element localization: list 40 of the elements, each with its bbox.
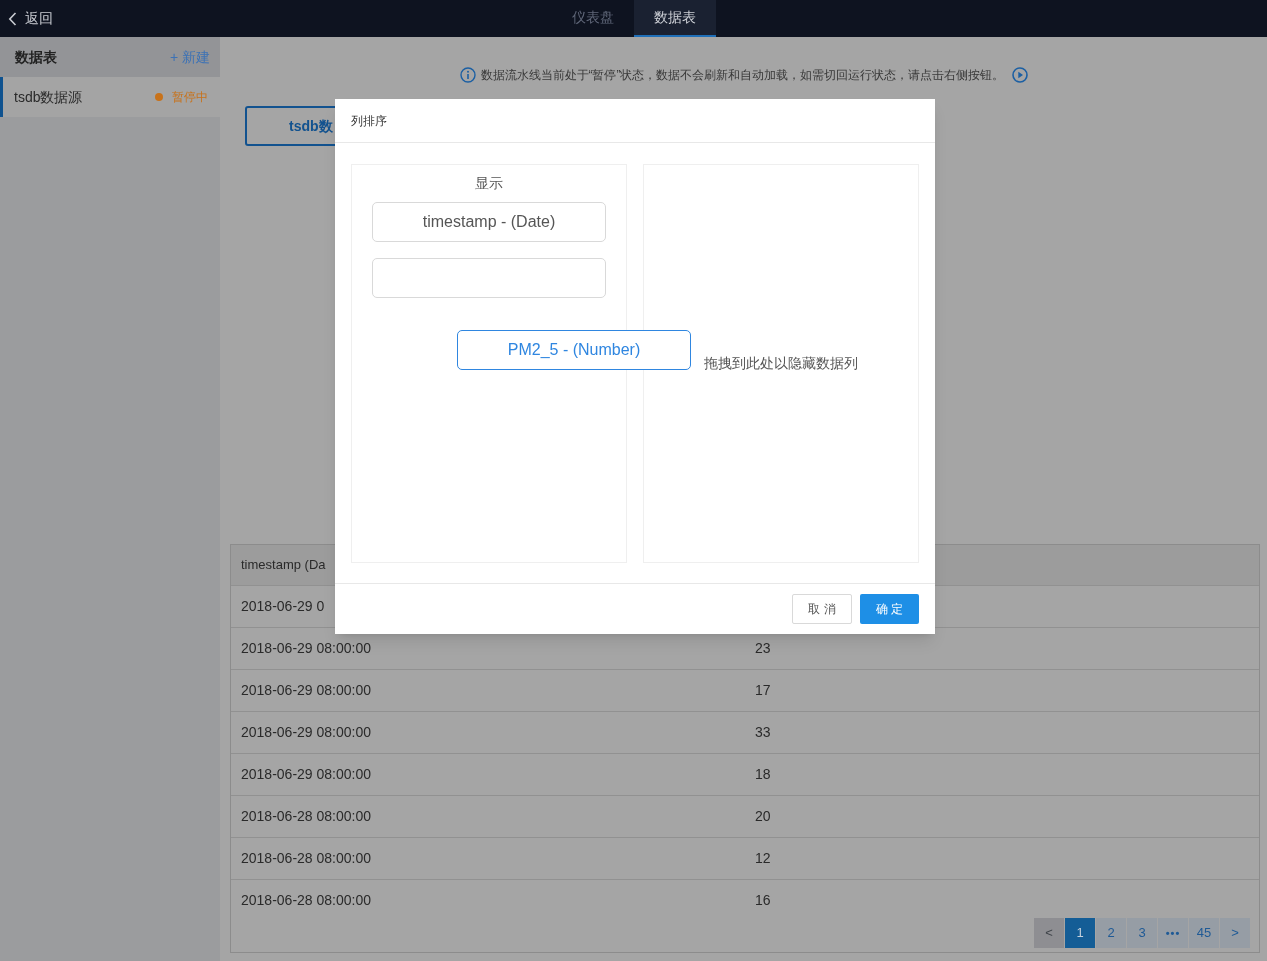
table-cell-text: 2018-06-28 08:00:00 — [241, 849, 371, 868]
table-cell-text: 2018-06-29 08:00:00 — [241, 681, 371, 700]
table-cell-text: 12 — [755, 849, 771, 868]
table-cell-text: 16 — [755, 891, 771, 910]
play-icon[interactable] — [1011, 67, 1028, 83]
tab[interactable]: 数据表 — [633, 0, 716, 37]
page-button[interactable]: 1 — [1065, 918, 1095, 948]
table-cell-text: 20 — [755, 807, 771, 826]
more-pages-button[interactable]: ••• — [1158, 918, 1188, 948]
pipeline-notice: 数据流水线当前处于“暂停”状态，数据不会刷新和自动加载，如需切回运行状态，请点击右侧按钮。 — [480, 67, 1005, 84]
table-cell-text: 2018-06-29 08:00:00 — [241, 723, 371, 742]
drop-hint: 拖拽到此处以隐藏数据列 — [704, 354, 858, 373]
confirm-button[interactable]: 确 定 — [860, 594, 919, 624]
data-source-name: tsdb数据源 — [14, 87, 83, 107]
next-page-button[interactable]: > — [1220, 918, 1250, 948]
table-cell-text: 2018-06-29 08:00:00 — [241, 765, 371, 784]
table-cell-text: 2018-06-29 08:00:00 — [241, 639, 371, 658]
table-cell-text: 23 — [755, 639, 771, 658]
table-cell-text: 2018-06-28 08:00:00 — [241, 891, 371, 910]
page-button[interactable]: 45 — [1189, 918, 1219, 948]
table-cell-text: 18 — [755, 765, 771, 784]
table-cell-text: 2018-06-29 0 — [241, 597, 325, 616]
info-icon — [459, 67, 476, 83]
column-header: timestamp (Da — [241, 556, 326, 575]
chevron-left-icon — [8, 11, 17, 26]
page-button[interactable]: 2 — [1096, 918, 1126, 948]
dialog-title: 列排序 — [351, 112, 387, 130]
table-cell-text: 17 — [755, 681, 771, 700]
cancel-button[interactable]: 取 消 — [792, 594, 852, 624]
column-card[interactable]: timestamp - (Date) — [372, 202, 606, 242]
sidebar-title: 数据表 — [15, 47, 57, 67]
page-button[interactable]: 3 — [1127, 918, 1157, 948]
tab[interactable]: 仪表盘 — [551, 0, 634, 37]
table-cell-text: 2018-06-28 08:00:00 — [241, 807, 371, 826]
status-label: 暂停中 — [172, 89, 208, 106]
table-cell-text: 33 — [755, 723, 771, 742]
dragged-column-card[interactable]: PM2_5 - (Number) — [457, 330, 691, 370]
panel-title: 显示 — [475, 174, 503, 193]
data-source-item[interactable]: tsdb数据源 暂停中 — [0, 77, 220, 117]
back-button[interactable]: 返回 — [0, 0, 53, 37]
